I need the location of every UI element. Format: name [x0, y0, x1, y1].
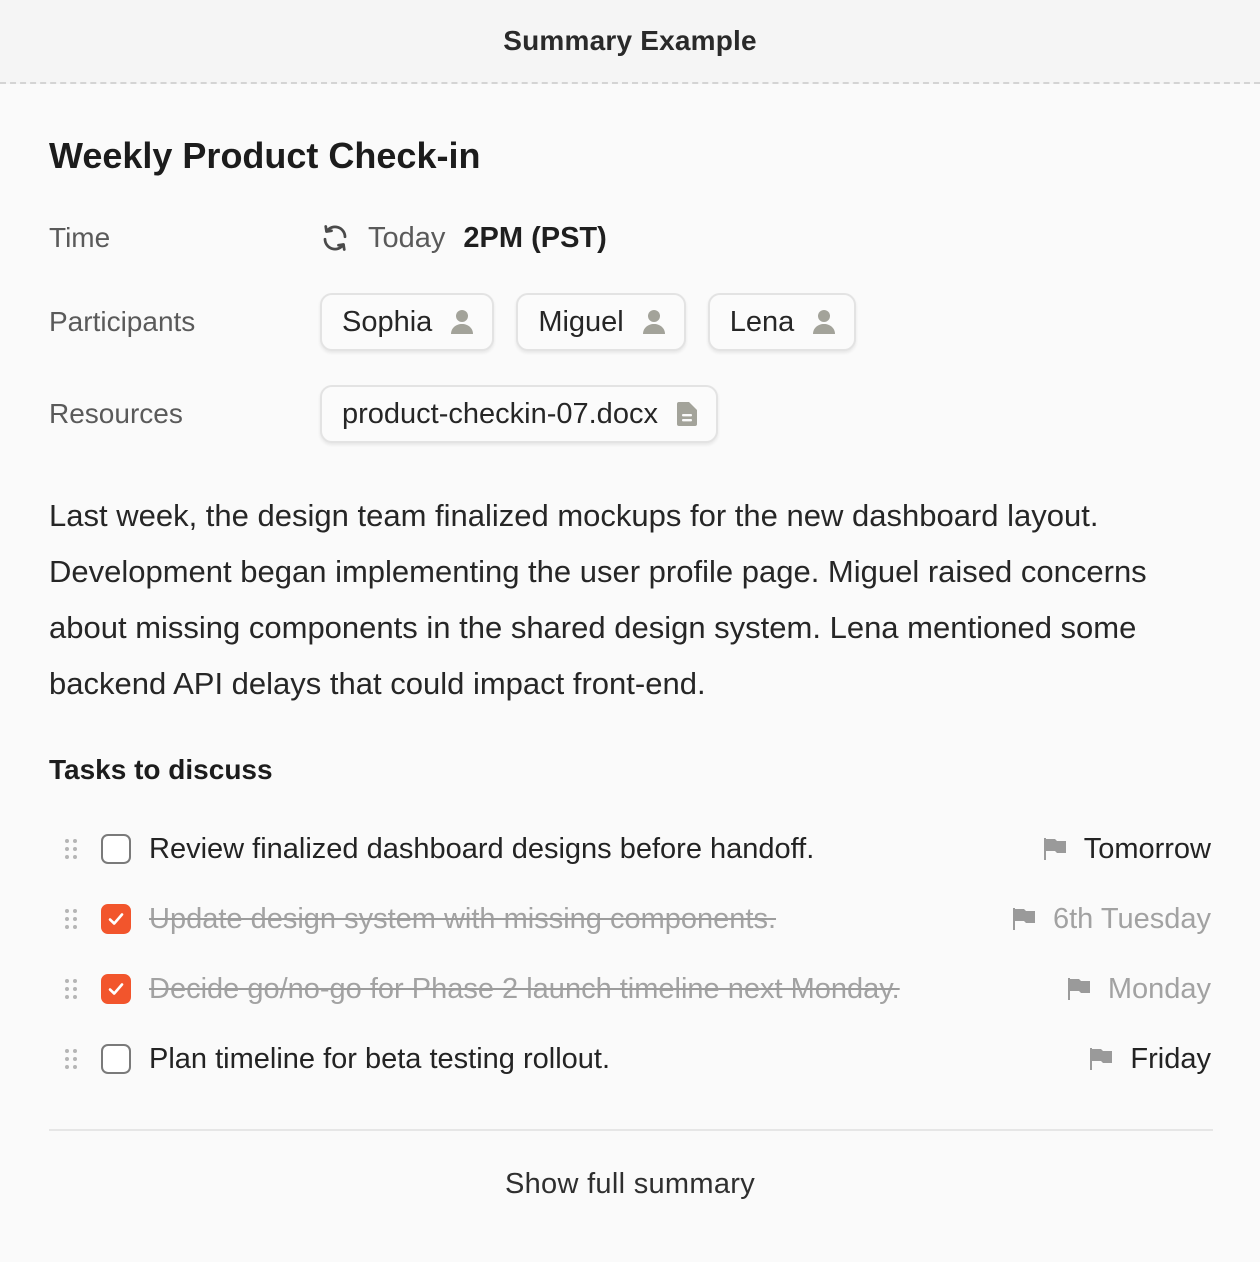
participants-row: Participants Sophia Miguel Lena [49, 292, 1213, 352]
time-value: Today 2PM (PST) [320, 222, 607, 255]
refresh-icon [320, 223, 350, 253]
task-due-label: 6th Tuesday [1053, 902, 1211, 935]
drag-handle-icon[interactable] [63, 908, 79, 930]
participant-name: Sophia [342, 305, 433, 338]
task-text: Plan timeline for beta testing rollout. [149, 1042, 611, 1075]
task-due[interactable]: Monday [1066, 973, 1211, 1006]
show-full-summary-button[interactable]: Show full summary [49, 1168, 1211, 1201]
time-day: Today [368, 221, 446, 254]
drag-handle-icon[interactable] [63, 1048, 79, 1070]
flag-icon [1088, 1047, 1114, 1071]
window-title: Summary Example [503, 25, 757, 56]
participant-chip-lena[interactable]: Lena [707, 293, 857, 351]
task-item: Decide go/no-go for Phase 2 launch timel… [49, 964, 1211, 1014]
participant-chip-sophia[interactable]: Sophia [320, 293, 495, 351]
task-item: Review finalized dashboard designs befor… [49, 824, 1211, 874]
task-item: Update design system with missing compon… [49, 894, 1211, 944]
task-due-label: Monday [1107, 972, 1211, 1005]
file-name: product-checkin-07.docx [342, 397, 658, 430]
time-hour: 2PM (PST) [463, 221, 607, 254]
participant-name: Lena [729, 305, 795, 338]
person-icon [450, 309, 474, 335]
task-checkbox[interactable] [101, 974, 131, 1004]
top-bar: Summary Example [0, 0, 1260, 84]
flag-icon [1011, 907, 1037, 931]
task-text: Decide go/no-go for Phase 2 launch timel… [149, 972, 900, 1005]
time-label: Time [49, 222, 111, 253]
checkmark-icon [108, 983, 124, 995]
drag-handle-icon[interactable] [63, 838, 79, 860]
drag-handle-icon[interactable] [63, 978, 79, 1000]
meeting-title: Weekly Product Check-in [49, 135, 481, 176]
tasks-heading: Tasks to discuss [49, 754, 273, 785]
task-text: Update design system with missing compon… [149, 902, 777, 935]
task-checkbox[interactable] [101, 834, 131, 864]
task-due[interactable]: Friday [1088, 1043, 1211, 1076]
meeting-description: Last week, the design team finalized moc… [49, 498, 1147, 701]
person-icon [812, 309, 836, 335]
flag-icon [1066, 977, 1092, 1001]
resource-file-chip[interactable]: product-checkin-07.docx [320, 385, 718, 443]
task-text: Review finalized dashboard designs befor… [149, 832, 815, 865]
task-item: Plan timeline for beta testing rollout. … [49, 1034, 1211, 1084]
task-checkbox[interactable] [101, 904, 131, 934]
resources-row: Resources product-checkin-07.docx [49, 384, 1213, 444]
checkmark-icon [108, 913, 124, 925]
task-due-label: Friday [1130, 1042, 1211, 1075]
time-row: Time Today 2PM (PST) [49, 214, 1213, 262]
document-icon [676, 401, 698, 427]
task-due-label: Tomorrow [1083, 832, 1211, 865]
participant-chip-miguel[interactable]: Miguel [516, 293, 686, 351]
participant-name: Miguel [538, 305, 624, 338]
task-checkbox[interactable] [101, 1044, 131, 1074]
participants-label: Participants [49, 306, 196, 337]
flag-icon [1042, 837, 1068, 861]
task-due[interactable]: 6th Tuesday [1011, 903, 1211, 936]
resources-label: Resources [49, 398, 183, 429]
footer-divider [49, 1129, 1213, 1131]
task-due[interactable]: Tomorrow [1042, 833, 1211, 866]
person-icon [642, 309, 666, 335]
